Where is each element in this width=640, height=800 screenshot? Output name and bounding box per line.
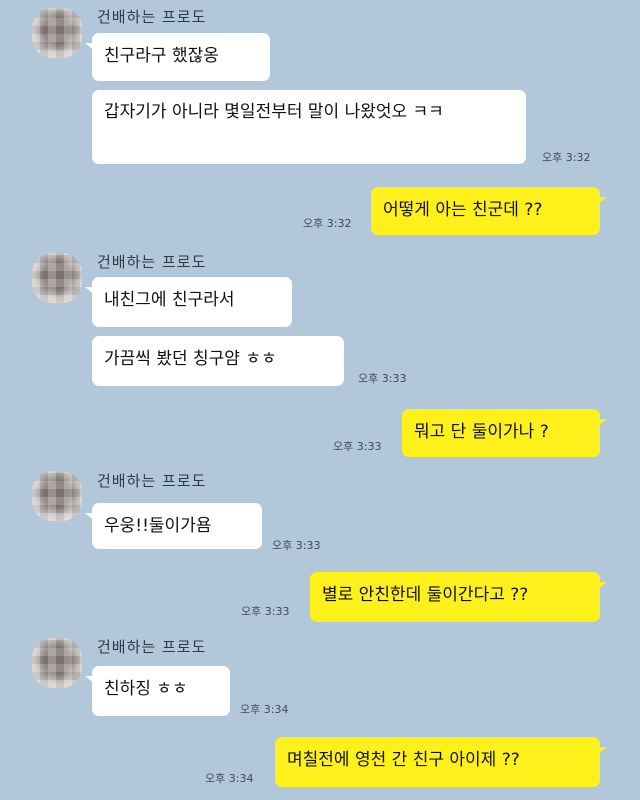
message-time: 오후 3:32 [542, 151, 591, 164]
message-bubble-sent[interactable]: 뭐고 단 둘이가나 ? [402, 409, 607, 457]
avatar[interactable] [32, 471, 82, 521]
message-time: 오후 3:34 [240, 703, 289, 716]
avatar[interactable] [32, 253, 82, 303]
message-bubble-received[interactable]: 갑자기가 아니라 몇일전부터 말이 나왔엇오 ㅋㅋ [92, 90, 526, 164]
message-time: 오후 3:32 [303, 217, 352, 230]
sender-name: 건배하는 프로도 [97, 8, 207, 26]
message-bubble-received[interactable]: 가끔씩 봤던 칭구얌 ㅎㅎ [92, 336, 344, 386]
message-bubble-received[interactable]: 친하징 ㅎㅎ [85, 666, 230, 716]
message-bubble-sent[interactable]: 며칠전에 영천 간 친구 아이제 ?? [275, 737, 607, 787]
sender-name: 건배하는 프로도 [97, 638, 207, 656]
avatar[interactable] [32, 8, 82, 58]
sender-name: 건배하는 프로도 [97, 253, 207, 271]
message-bubble-received[interactable]: 친구라구 했잖옹 [85, 33, 270, 81]
avatar[interactable] [32, 638, 82, 688]
message-time: 오후 3:34 [205, 772, 254, 785]
message-bubble-sent[interactable]: 어떻게 아는 친군데 ?? [371, 187, 607, 235]
message-bubble-sent[interactable]: 별로 안친한데 둘이간다고 ?? [310, 572, 607, 622]
message-bubble-received[interactable]: 내친그에 친구라서 [85, 277, 292, 327]
message-bubble-received[interactable]: 우웅!!둘이가욤 [85, 503, 262, 549]
sender-name: 건배하는 프로도 [97, 472, 207, 490]
message-time: 오후 3:33 [358, 372, 407, 385]
message-time: 오후 3:33 [272, 539, 321, 552]
message-time: 오후 3:33 [333, 440, 382, 453]
message-time: 오후 3:33 [241, 605, 290, 618]
chat-area: 건배하는 프로도 친구라구 했잖옹 갑자기가 아니라 몇일전부터 말이 나왔엇오… [0, 0, 640, 800]
